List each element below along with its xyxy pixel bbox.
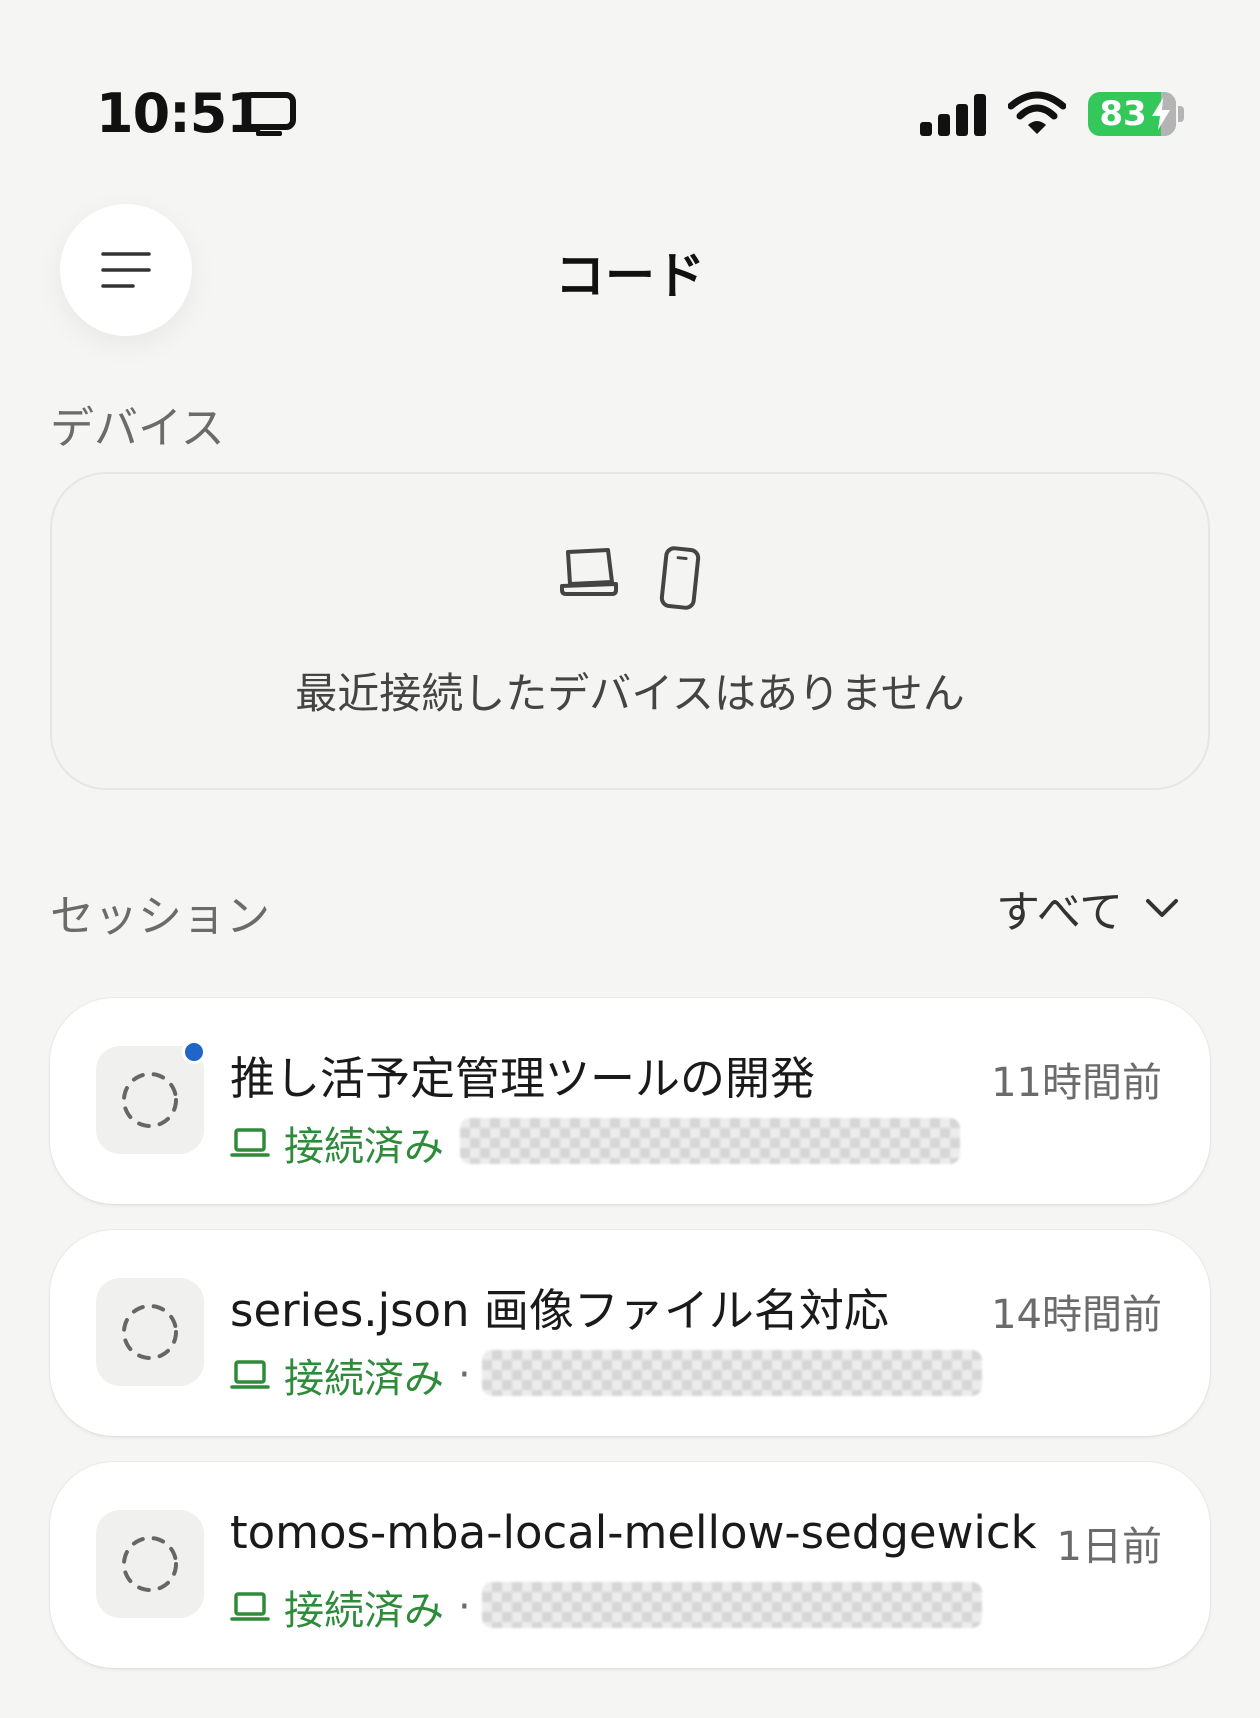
status-time: 10:51 bbox=[96, 82, 264, 145]
status-bar: 10:51 83 bbox=[0, 0, 1260, 230]
session-time: 11時間前 bbox=[991, 1060, 1162, 1106]
wifi-icon bbox=[1008, 91, 1066, 134]
laptop-icon bbox=[230, 1360, 270, 1389]
laptop-icon bbox=[560, 548, 618, 596]
devices-empty-text: 最近接続したデバイスはありません bbox=[295, 669, 965, 718]
loading-spinner-icon bbox=[122, 1072, 178, 1128]
redacted-path bbox=[482, 1350, 982, 1396]
session-card[interactable]: 推し活予定管理ツールの開発 11時間前 接続済み bbox=[50, 998, 1210, 1204]
laptop-icon bbox=[230, 1592, 270, 1621]
device-icons bbox=[52, 546, 1208, 610]
session-status-text: 接続済み bbox=[284, 1124, 444, 1170]
laptop-icon bbox=[230, 1128, 270, 1157]
sessions-section-label: セッション bbox=[50, 891, 270, 942]
chevron-down-icon bbox=[1146, 899, 1179, 917]
session-card[interactable]: tomos-mba-local-mellow-sedgewick 1日前 接続済… bbox=[50, 1462, 1210, 1668]
battery-level: 83 bbox=[1099, 94, 1147, 134]
session-time: 1日前 bbox=[1056, 1524, 1162, 1570]
session-avatar bbox=[96, 1278, 204, 1386]
devices-card: 最近接続したデバイスはありません bbox=[50, 472, 1210, 790]
session-status: 接続済み · bbox=[230, 1346, 471, 1404]
session-status: 接続済み · bbox=[230, 1578, 471, 1636]
tv-icon bbox=[242, 92, 296, 136]
loading-spinner-icon bbox=[122, 1536, 178, 1592]
page-title: コード bbox=[555, 247, 705, 305]
session-title: 推し活予定管理ツールの開発 bbox=[230, 1052, 816, 1105]
phone-icon bbox=[659, 546, 701, 610]
session-title: series.json 画像ファイル名対応 bbox=[230, 1284, 889, 1337]
session-filter-dropdown[interactable]: すべて bbox=[996, 876, 1179, 940]
session-time: 14時間前 bbox=[991, 1292, 1162, 1338]
unread-indicator bbox=[182, 1040, 206, 1064]
session-status-text: 接続済み bbox=[284, 1588, 444, 1634]
redacted-path bbox=[482, 1582, 982, 1628]
battery-charging-icon: 83 bbox=[1088, 92, 1184, 136]
devices-section-label: デバイス bbox=[50, 403, 225, 454]
redacted-path bbox=[460, 1118, 960, 1164]
session-title: tomos-mba-local-mellow-sedgewick bbox=[230, 1506, 1037, 1559]
cellular-signal-icon bbox=[920, 94, 986, 136]
session-separator: · bbox=[458, 1352, 471, 1398]
filter-label: すべて bbox=[996, 887, 1124, 938]
session-status-text: 接続済み bbox=[284, 1356, 444, 1402]
session-separator: · bbox=[458, 1584, 471, 1630]
session-avatar bbox=[96, 1510, 204, 1618]
loading-spinner-icon bbox=[122, 1304, 178, 1360]
bolt-icon bbox=[1152, 98, 1170, 130]
session-status: 接続済み bbox=[230, 1114, 444, 1172]
session-card[interactable]: series.json 画像ファイル名対応 14時間前 接続済み · bbox=[50, 1230, 1210, 1436]
